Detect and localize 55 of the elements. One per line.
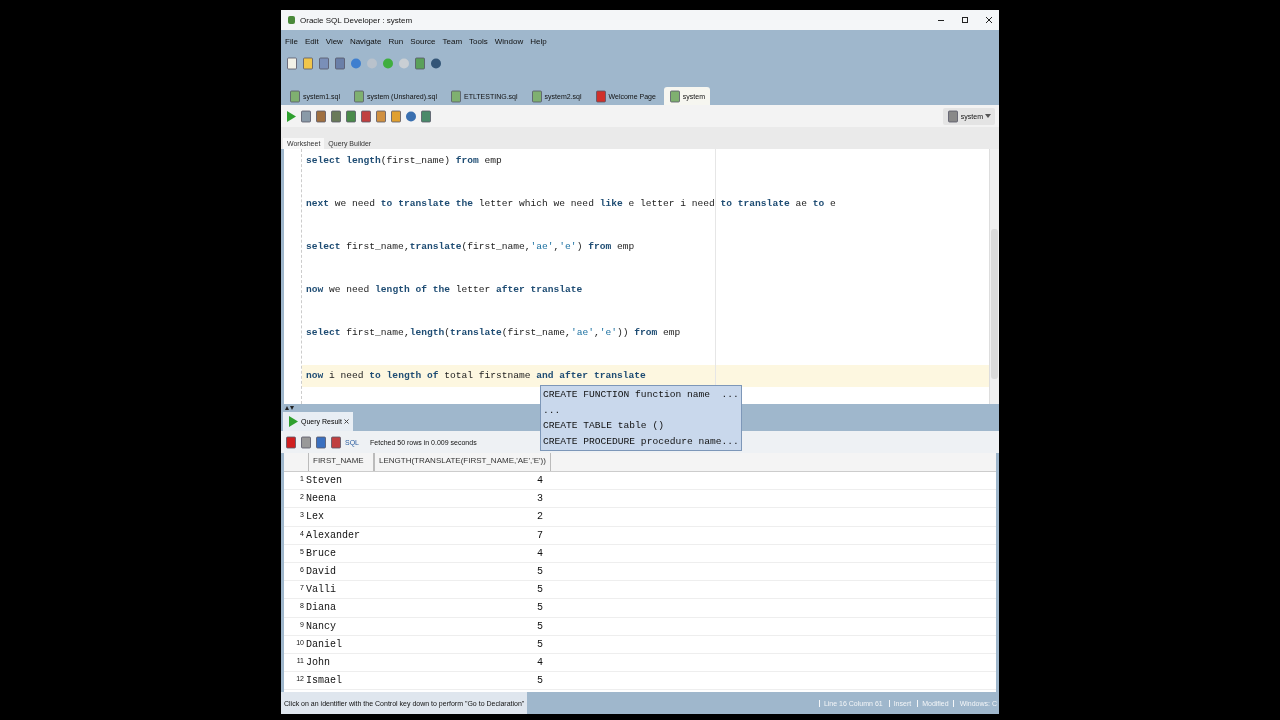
completion-item[interactable]: ...	[543, 402, 739, 418]
menu-item[interactable]: Window	[494, 36, 524, 46]
menu-item[interactable]: View	[325, 36, 343, 46]
window-title: Oracle SQL Developer : system	[300, 15, 414, 25]
table-cell-text: 5	[536, 620, 543, 632]
table-cell-text: 7	[536, 529, 543, 541]
table-cell-text: 4	[536, 475, 543, 487]
menu-item[interactable]: Navigate	[349, 36, 382, 46]
code-line: select first_name,length(translate(first_name,'ae','e')) from emp	[305, 326, 681, 340]
completion-item[interactable]: CREATE FUNCTION function name ...	[543, 387, 739, 403]
table-cell-text: Daniel	[306, 638, 343, 650]
scrollbar[interactable]	[989, 149, 999, 404]
menu-item[interactable]: Edit	[304, 36, 319, 46]
table-cell-text: John	[306, 656, 331, 668]
splitter-arrows-icon[interactable]	[284, 404, 294, 411]
table-cell-text: Alexander	[306, 529, 361, 541]
code-line: select first_name,translate(first_name,'ae','e') from emp	[305, 240, 635, 254]
autocomplete-popup[interactable]: CREATE FUNCTION function name ... ... CREATE TABLE table () CREATE PROCEDURE procedure name...	[540, 385, 742, 451]
table-cell-text: 5	[536, 584, 543, 596]
table-cell-text: 2	[536, 511, 543, 523]
menu-item[interactable]: Tools	[469, 36, 488, 46]
completion-item[interactable]: CREATE TABLE table ()	[543, 418, 739, 434]
table-cell-text: Lex	[306, 511, 325, 523]
run-icon[interactable]	[285, 109, 297, 123]
table-cell-text: 3	[536, 493, 543, 505]
menu-item[interactable]: Team	[442, 36, 463, 46]
table-cell-text: Diana	[306, 602, 337, 614]
app-logo-icon	[287, 15, 296, 25]
table-cell-text: 5	[536, 602, 543, 614]
menu-item[interactable]: Run	[388, 36, 404, 46]
menu-item[interactable]: Help	[530, 36, 547, 46]
menu-item[interactable]: Source	[410, 36, 436, 46]
table-cell-text: Valli	[306, 584, 337, 596]
completion-item[interactable]: CREATE PROCEDURE procedure name...	[543, 433, 739, 449]
table-cell-text: 5	[536, 675, 543, 687]
close-icon[interactable]	[985, 16, 993, 24]
code-line: now we need length of the letter after translate	[305, 283, 583, 297]
column-header[interactable]: LENGTH(TRANSLATE(FIRST_NAME,'AE','E'))	[374, 453, 551, 471]
table-cell-text: Ismael	[306, 675, 343, 687]
close-icon[interactable]	[343, 418, 349, 424]
table-cell-text: 4	[536, 547, 543, 559]
dropdown-caret-icon[interactable]	[985, 114, 991, 118]
restore-icon[interactable]	[961, 16, 969, 24]
table-cell-text: 5	[536, 638, 543, 650]
table-cell-text: 4	[536, 656, 543, 668]
code-line: select length(first_name) from emp	[305, 154, 502, 168]
table-cell-text: Steven	[306, 475, 343, 487]
table-cell-text: Nancy	[306, 620, 337, 632]
column-header[interactable]: FIRST_NAME	[308, 453, 374, 471]
menu-item[interactable]: File	[285, 36, 298, 46]
table-cell-text: Neena	[306, 493, 337, 505]
table-cell-text: 5	[536, 566, 543, 578]
code-line: next we need to translate the letter which we need like e letter i need to translate ae to e	[305, 197, 836, 211]
table-cell-text: Bruce	[306, 547, 337, 559]
table-cell-text: David	[306, 566, 337, 578]
